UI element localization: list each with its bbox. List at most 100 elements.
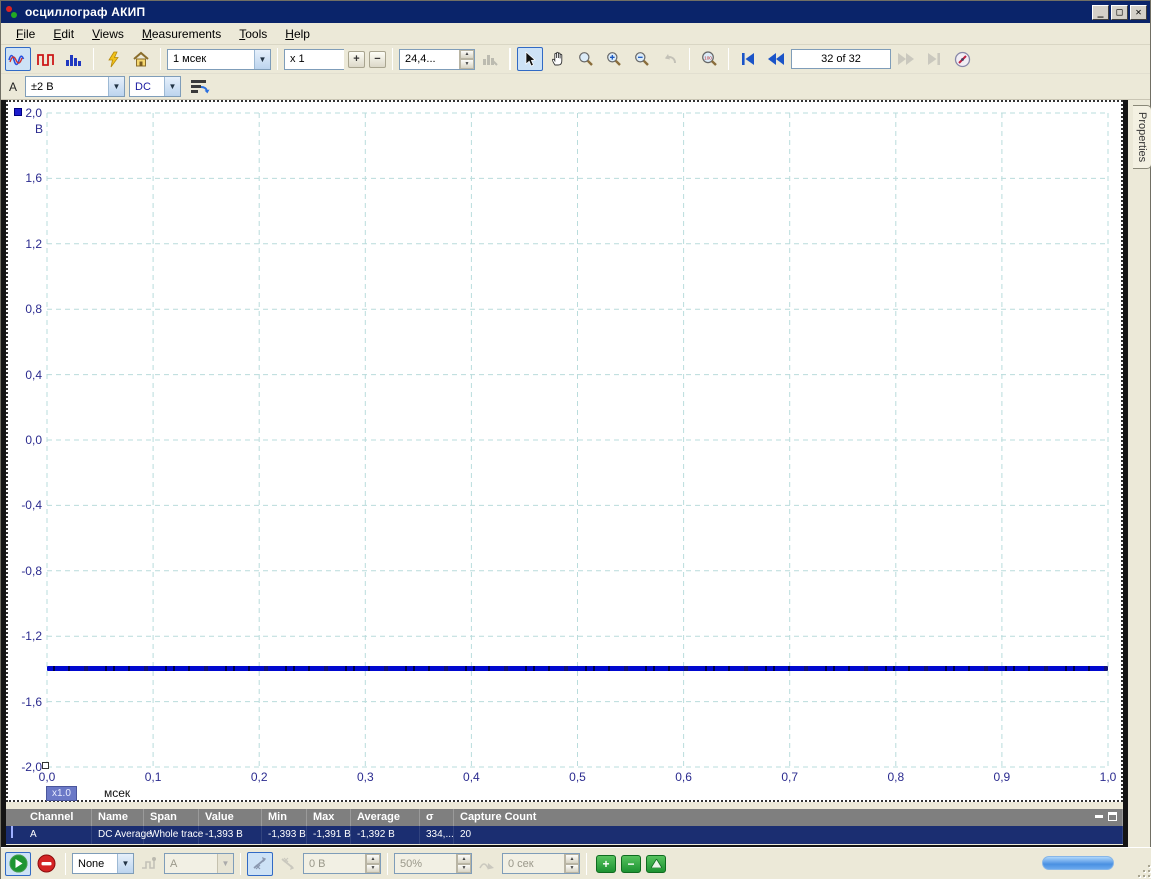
menu-item-measurements[interactable]: Measurements [133, 25, 230, 43]
panel-maximize-icon[interactable] [1108, 812, 1117, 821]
y-tick-label: -1,6 [8, 695, 42, 709]
stop-button[interactable] [33, 852, 59, 876]
pointer-tool-button[interactable] [517, 47, 543, 71]
remove-measurement-button[interactable]: − [621, 855, 641, 873]
play-icon [9, 854, 28, 873]
channel-color-swatch [11, 825, 13, 838]
coupling-select[interactable]: DC ▼ [129, 76, 181, 97]
x-tick-label: 0,7 [781, 770, 798, 784]
chevron-down-icon: ▼ [117, 854, 133, 873]
chevron-down-icon: ▼ [164, 77, 180, 96]
measurement-cell-min: -1,393 B [262, 826, 307, 844]
channel-a-trace[interactable] [47, 666, 1108, 671]
home-button[interactable] [128, 47, 154, 71]
column-header-capture-count[interactable]: Capture Count [454, 809, 1123, 826]
samples-mode-button [477, 47, 503, 71]
y-tick-label: 1,6 [8, 171, 42, 185]
column-header-value[interactable]: Value [199, 809, 262, 826]
scope-view-button[interactable] [5, 47, 31, 71]
trigger-level-spinner: 0 B ▲▼ [303, 853, 381, 874]
square-wave-icon [37, 52, 55, 67]
measurement-row[interactable]: ADC AverageWhole trace-1,393 B-1,393 B-1… [6, 826, 1123, 844]
measurement-cell-sigma: 334,... [420, 826, 454, 844]
x-tick-label: 0,0 [39, 770, 56, 784]
last-buffer-button [921, 47, 947, 71]
y-tick-label: 0,4 [8, 368, 42, 382]
x-scale-badge[interactable]: x1.0 [46, 786, 77, 801]
add-measurement-button[interactable]: + [596, 855, 616, 873]
axis-drag-handle[interactable] [42, 762, 49, 769]
trigger-source-select: A ▼ [164, 853, 234, 874]
app-icon [5, 5, 21, 19]
edit-measurement-button[interactable] [646, 855, 666, 873]
scope-view[interactable]: x1.0 мсек 2,01,61,20,80,40,0-0,4-0,8-1,2… [6, 100, 1123, 802]
measurement-cell-span: Whole trace [144, 826, 199, 844]
spectrum-view-button[interactable] [33, 47, 59, 71]
zoom-decrease-button[interactable]: − [369, 51, 386, 68]
menu-item-file[interactable]: File [7, 25, 44, 43]
sine-wave-icon [8, 51, 28, 67]
title-bar: осциллограф АКИП _ □ ✕ [1, 1, 1150, 23]
buffer-position-field[interactable]: 32 of 32 [791, 49, 891, 69]
main-toolbar: 1 мсек ▼ x 1 + − 24,4... ▲▼ [1, 45, 1150, 74]
column-header-name[interactable]: Name [92, 809, 144, 826]
column-header-σ[interactable]: σ [420, 809, 454, 826]
zoom-in-icon [606, 51, 622, 67]
previous-buffer-button[interactable] [763, 47, 789, 71]
menu-item-tools[interactable]: Tools [230, 25, 276, 43]
column-header-max[interactable]: Max [307, 809, 351, 826]
close-icon[interactable]: ✕ [1130, 5, 1147, 20]
column-header-min[interactable]: Min [262, 809, 307, 826]
channel-options-button[interactable] [185, 75, 215, 99]
first-buffer-button[interactable] [735, 47, 761, 71]
zoom-out-button[interactable] [629, 47, 655, 71]
y-tick-label: 0,0 [8, 433, 42, 447]
stop-icon [37, 854, 56, 873]
rising-edge-button[interactable] [247, 852, 273, 876]
zoom-in-button[interactable] [601, 47, 627, 71]
buffer-overview-icon [954, 51, 971, 68]
progress-bar [1042, 856, 1114, 870]
column-header-span[interactable]: Span [144, 809, 199, 826]
right-dock-strip: Properties [1133, 100, 1151, 847]
zoom-increase-button[interactable]: + [348, 51, 365, 68]
column-header-channel[interactable]: Channel [24, 809, 92, 826]
hand-icon [550, 51, 566, 67]
y-axis-unit: B [35, 122, 43, 136]
menu-item-help[interactable]: Help [276, 25, 319, 43]
resize-grip[interactable] [1137, 864, 1150, 877]
chevron-down-icon: ▼ [254, 50, 270, 69]
coupling-value: DC [130, 81, 164, 93]
samples-spinner[interactable]: 24,4... ▲▼ [399, 49, 475, 70]
properties-tab[interactable]: Properties [1133, 105, 1151, 169]
timebase-select[interactable]: 1 мсек ▼ [167, 49, 271, 70]
run-button[interactable] [5, 852, 31, 876]
trigger-toolbar: None ▼ A ▼ 0 B ▲▼ 50% ▲▼ 0 сек [1, 847, 1151, 879]
channel-range-select[interactable]: ±2 B ▼ [25, 76, 125, 97]
trigger-mode-value: None [73, 858, 117, 870]
trigger-mode-select[interactable]: None ▼ [72, 853, 134, 874]
advanced-trigger-icon [141, 856, 157, 871]
maximize-icon[interactable]: □ [1111, 5, 1128, 20]
x-tick-label: 0,5 [569, 770, 586, 784]
auto-setup-button[interactable] [100, 47, 126, 71]
zoom-100-button[interactable]: 100 [696, 47, 722, 71]
delay-spinner: 0 сек ▲▼ [502, 853, 580, 874]
next-buffer-icon [897, 52, 915, 66]
panel-minimize-icon[interactable] [1095, 812, 1103, 818]
minimize-icon[interactable]: _ [1092, 5, 1109, 20]
column-header-average[interactable]: Average [351, 809, 420, 826]
menu-item-views[interactable]: Views [83, 25, 133, 43]
zoom-factor-value: x 1 [285, 53, 344, 65]
next-buffer-button [893, 47, 919, 71]
app-window: осциллограф АКИП _ □ ✕ FileEditViewsMeas… [0, 0, 1151, 879]
hand-tool-button[interactable] [545, 47, 571, 71]
zoom-factor-field[interactable]: x 1 [284, 49, 344, 70]
spinner-buttons[interactable]: ▲▼ [459, 50, 474, 69]
buffer-overview-button[interactable] [949, 47, 975, 71]
persistence-view-button[interactable] [61, 47, 87, 71]
marquee-zoom-button[interactable] [573, 47, 599, 71]
delay-arrow-icon [479, 857, 496, 871]
x-tick-label: 0,4 [463, 770, 480, 784]
menu-item-edit[interactable]: Edit [44, 25, 83, 43]
